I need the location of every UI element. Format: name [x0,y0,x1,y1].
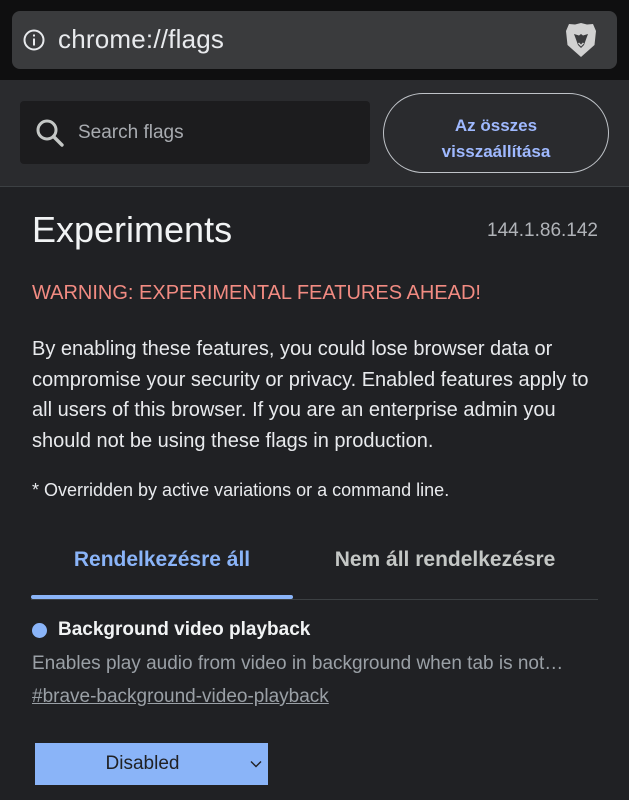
search-icon [36,119,64,147]
description-text: By enabling these features, you could lo… [32,338,589,452]
flag-status-dot [32,623,47,638]
override-note: * Overridden by active variations or a c… [32,480,450,500]
flag-state-value: Disabled [105,753,180,774]
flag-title: Background video playback [58,619,311,640]
flag-state-select[interactable]: Disabled [35,743,268,785]
flags-header: Search flags Az összes visszaállítása [0,80,629,187]
search-flags-input[interactable]: Search flags [20,101,370,164]
flag-description: Enables play audio from video in backgro… [32,653,564,674]
reset-all-label-line1: Az összes [454,116,538,135]
brave-shields-icon[interactable] [563,21,599,59]
tab-unavailable[interactable]: Nem áll rendelkezésre [292,548,598,572]
tabs-divider [31,599,598,600]
address-bar-url[interactable]: chrome://flags [58,24,224,55]
warning-text: WARNING: EXPERIMENTAL FEATURES AHEAD! [32,282,481,304]
address-bar[interactable]: chrome://flags [12,11,617,69]
chevron-down-icon [250,761,262,768]
page-title: Experiments [32,209,233,250]
reset-all-button[interactable]: Az összes visszaállítása [383,93,609,173]
search-placeholder: Search flags [78,122,184,143]
reset-all-label-line2: visszaállítása [441,142,551,161]
tab-available[interactable]: Rendelkezésre áll [31,548,293,572]
flag-permalink[interactable]: #brave-background-video-playback [32,686,329,708]
info-icon[interactable] [22,28,46,52]
active-tab-indicator [31,595,293,599]
browser-toolbar: chrome://flags [0,0,629,80]
version-number: 144.1.86.142 [487,220,598,241]
